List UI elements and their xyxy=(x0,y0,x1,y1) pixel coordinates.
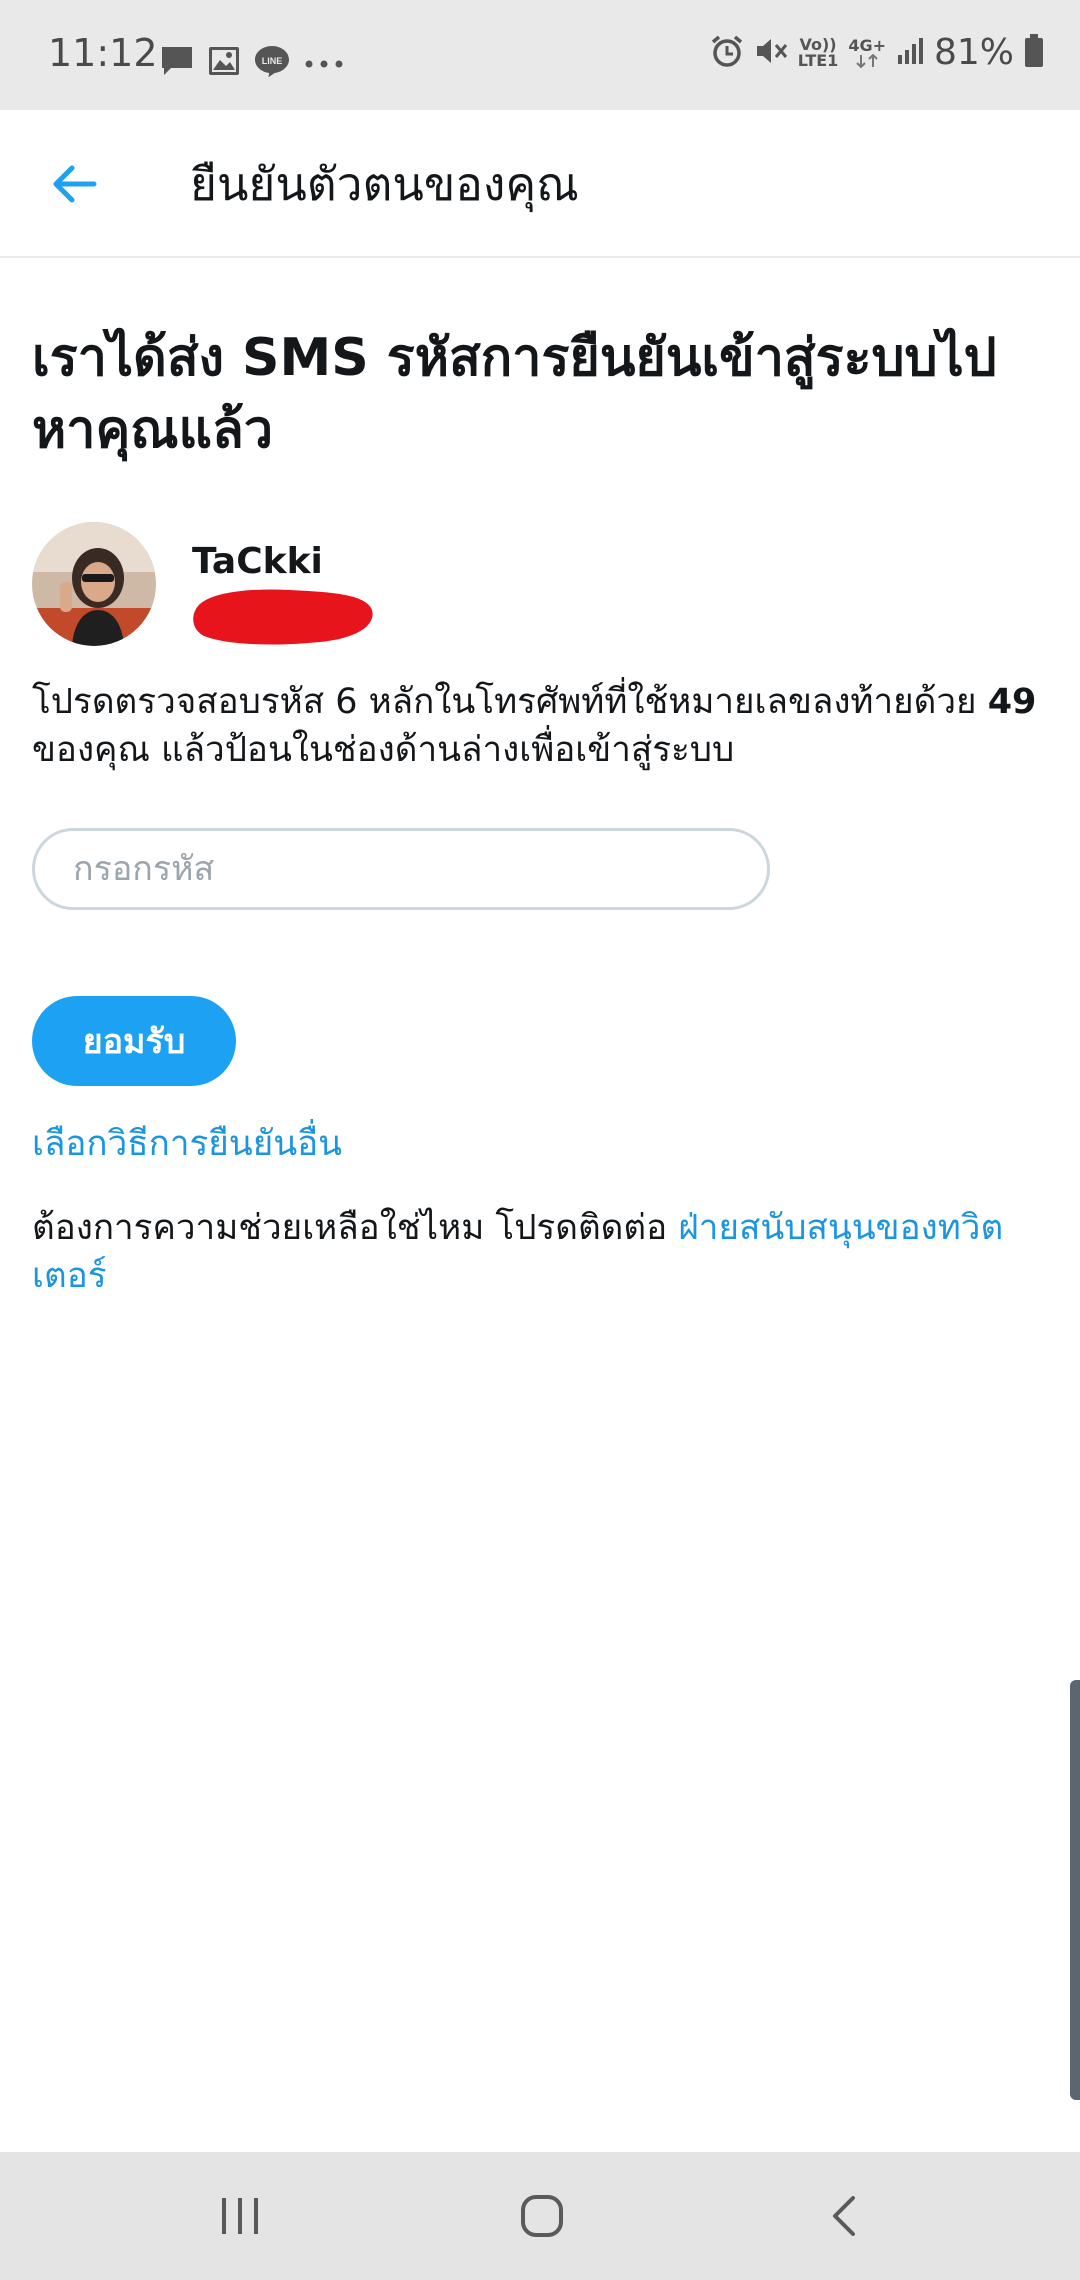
battery-percent: 81% xyxy=(933,32,1014,73)
more-icon xyxy=(304,54,344,73)
status-time: 11:12 xyxy=(48,31,158,75)
signal-icon xyxy=(896,37,924,69)
verification-code-input[interactable] xyxy=(32,828,770,910)
home-button[interactable] xyxy=(482,2180,602,2252)
user-row: TaCkki xyxy=(32,522,1048,652)
volte-label-bottom: LTE1 xyxy=(797,51,839,70)
alarm-icon xyxy=(710,34,744,72)
svg-text:LINE: LINE xyxy=(262,56,283,66)
page-title: ยืนยันตัวตนของคุณ xyxy=(190,157,579,211)
system-back-button[interactable] xyxy=(784,2180,904,2252)
navigation-bar xyxy=(0,2152,1080,2280)
recent-apps-icon xyxy=(222,2198,258,2234)
instructions: โปรดตรวจสอบรหัส 6 หลักในโทรศัพท์ที่ใช้หม… xyxy=(32,678,1048,774)
mute-icon xyxy=(754,35,788,71)
screen: 11:12 LINE Vo)) LTE1 4G+ 81% ยืนยันตัวตน… xyxy=(0,0,1080,2280)
message-icon xyxy=(160,45,194,81)
status-right-icons: Vo)) LTE1 4G+ 81% xyxy=(710,34,1044,72)
scrollbar-thumb[interactable] xyxy=(1070,1680,1080,2100)
alternate-verification-link[interactable]: เลือกวิธีการยืนยันอื่น xyxy=(32,1120,342,1168)
instructions-text-before: โปรดตรวจสอบรหัส 6 หลักในโทรศัพท์ที่ใช้หม… xyxy=(32,682,988,722)
redacted-handle xyxy=(193,589,373,645)
username: TaCkki xyxy=(192,541,323,582)
avatar xyxy=(32,522,156,646)
status-bar: 11:12 LINE Vo)) LTE1 4G+ 81% xyxy=(0,0,1080,110)
back-icon xyxy=(833,2196,855,2236)
help-text: ต้องการความช่วยเหลือใช่ไหม โปรดติดต่อ ฝ่… xyxy=(32,1204,1048,1300)
volte-icon: Vo)) LTE1 xyxy=(798,37,839,69)
battery-icon xyxy=(1024,34,1044,72)
instructions-text-after: ของคุณ แล้วป้อนในช่องด้านล่างเพื่อเข้าสู… xyxy=(32,730,735,770)
gallery-icon xyxy=(208,46,240,80)
accept-button[interactable]: ยอมรับ xyxy=(32,996,236,1086)
headline: เราได้ส่ง SMS รหัสการยืนยันเข้าสู่ระบบไป… xyxy=(32,328,997,460)
network-4g-icon: 4G+ xyxy=(848,38,886,68)
recent-apps-button[interactable] xyxy=(180,2180,300,2252)
home-icon xyxy=(521,2195,563,2237)
back-arrow-icon xyxy=(53,165,97,203)
line-icon: LINE xyxy=(254,44,290,82)
back-button[interactable] xyxy=(38,152,110,216)
network-label: 4G+ xyxy=(848,36,886,55)
phone-last-digits: 49 xyxy=(987,682,1037,722)
app-bar: ยืนยันตัวตนของคุณ xyxy=(0,110,1080,258)
status-left-icons: LINE xyxy=(160,44,344,82)
help-text-prefix: ต้องการความช่วยเหลือใช่ไหม โปรดติดต่อ xyxy=(32,1208,679,1248)
